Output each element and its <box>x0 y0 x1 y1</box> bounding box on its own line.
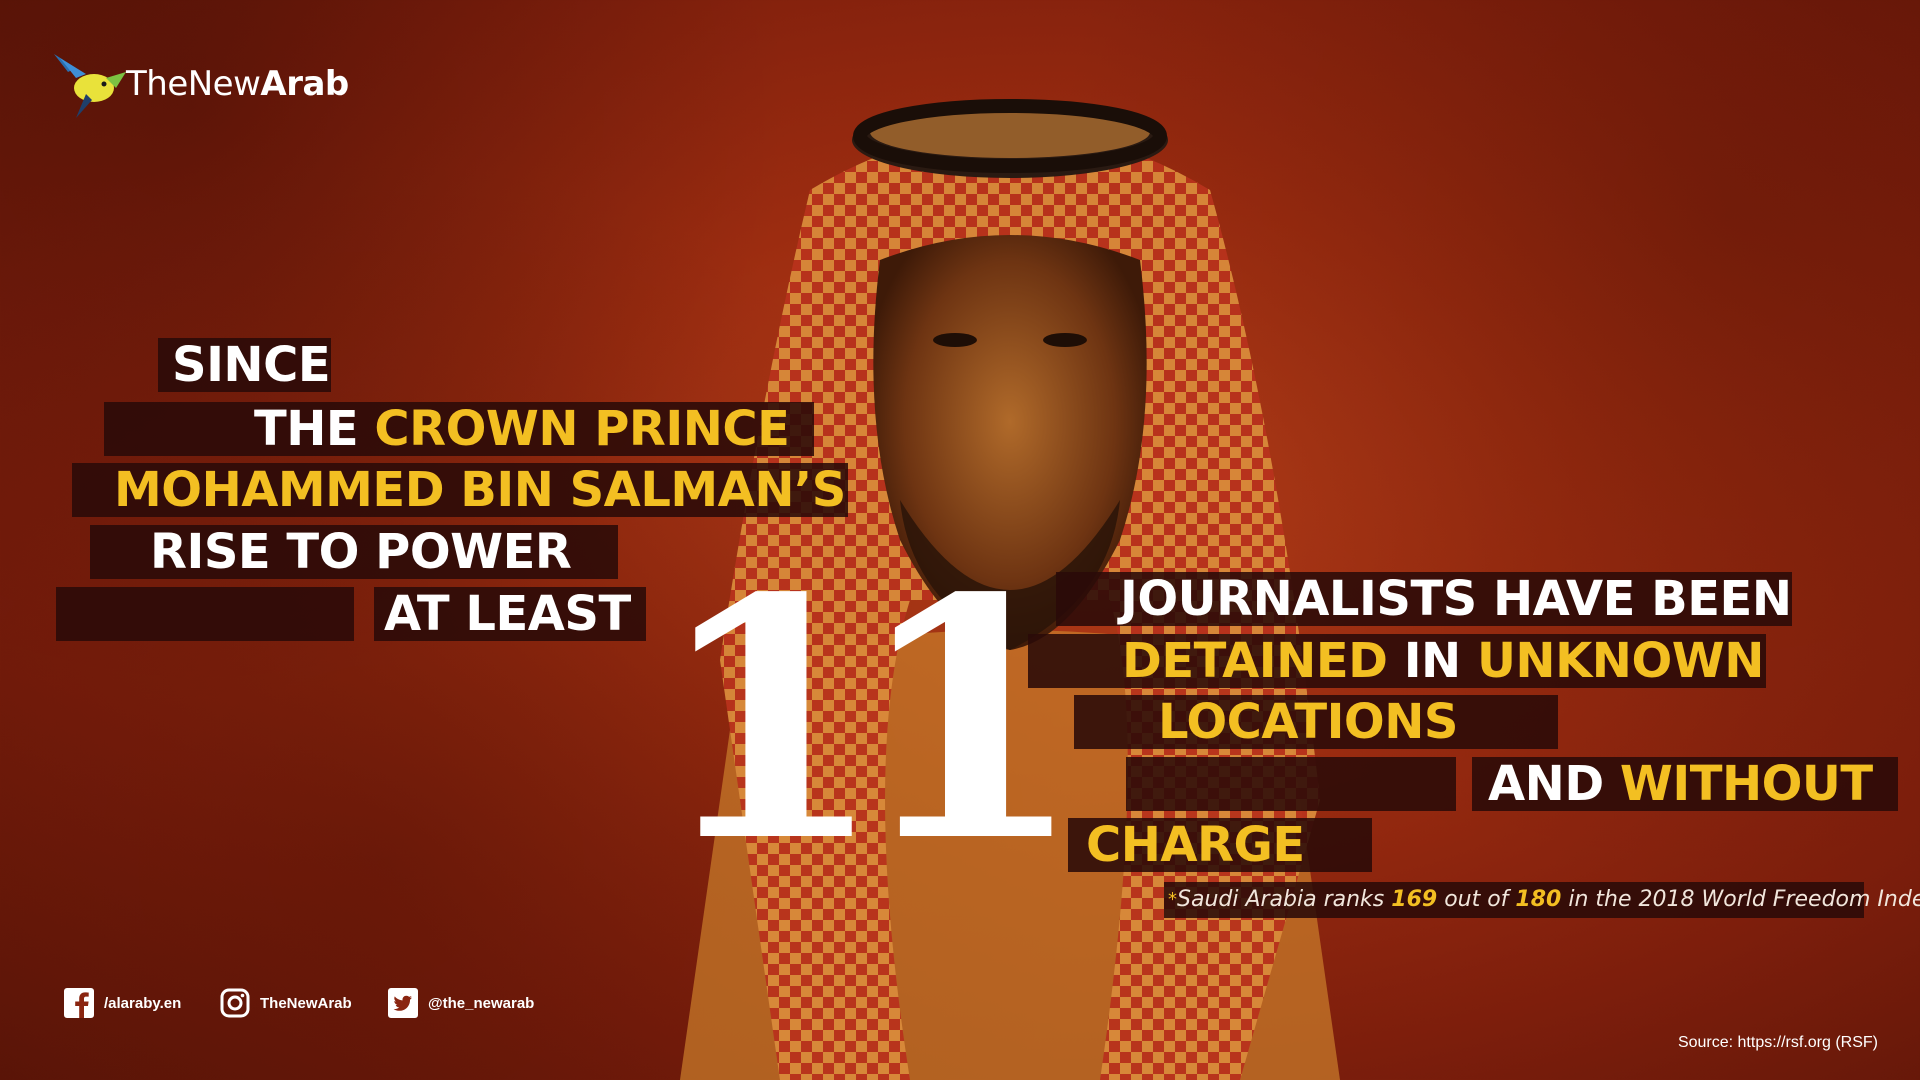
instagram-handle: TheNewArab <box>260 994 352 1012</box>
text-bar <box>56 587 354 641</box>
footnote: *Saudi Arabia ranks 169 out of 180 in th… <box>1168 887 1920 912</box>
text-bar <box>1126 757 1456 811</box>
headline-crown-prince: THE CROWN PRINCE <box>254 401 790 457</box>
bird-icon <box>54 54 126 118</box>
social-twitter[interactable]: @the_newarab <box>388 988 534 1018</box>
social-facebook[interactable]: /alaraby.en <box>64 988 181 1018</box>
headline-name: MOHAMMED BIN SALMAN’S <box>114 462 846 518</box>
headline-charge: CHARGE <box>1086 817 1305 873</box>
social-instagram[interactable]: TheNewArab <box>220 988 352 1018</box>
facebook-icon <box>64 988 94 1018</box>
headline-since: SINCE <box>172 337 331 393</box>
source-credit: Source: https://rsf.org (RSF) <box>1677 1034 1878 1051</box>
headline-at-least: AT LEAST <box>384 586 631 642</box>
brand-name: TheNewArab <box>126 64 349 104</box>
twitter-handle: @the_newarab <box>428 994 535 1012</box>
big-number: 11 <box>655 526 1084 914</box>
headline-rise: RISE TO POWER <box>150 524 572 580</box>
headline-without: AND WITHOUT <box>1488 756 1873 812</box>
headline-journalists: JOURNALISTS HAVE BEEN <box>1120 571 1792 627</box>
instagram-icon <box>220 988 250 1018</box>
headline-detained: DETAINED IN UNKNOWN <box>1122 633 1764 689</box>
headline-locations: LOCATIONS <box>1158 694 1458 750</box>
twitter-icon <box>388 988 418 1018</box>
brand-logo: TheNewArab <box>46 48 349 120</box>
facebook-handle: /alaraby.en <box>104 994 182 1012</box>
